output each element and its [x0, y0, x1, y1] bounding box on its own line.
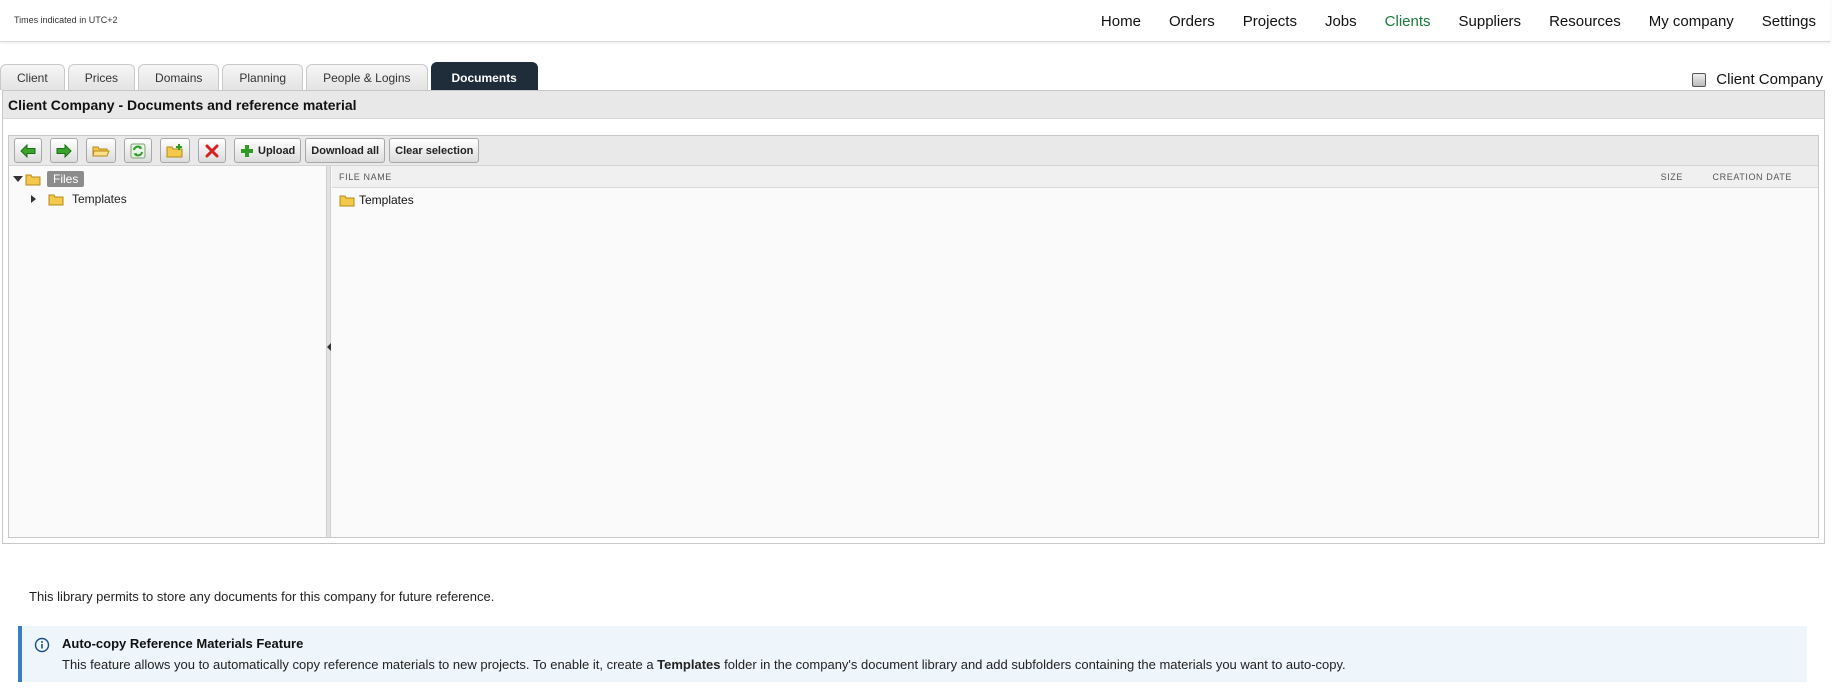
info-body-text-2: folder in the company's document library…	[720, 657, 1346, 672]
file-name[interactable]: Templates	[359, 193, 414, 207]
tab-prices[interactable]: Prices	[67, 64, 136, 90]
collapse-icon[interactable]	[13, 176, 23, 182]
folder-icon	[48, 194, 64, 205]
forward-button[interactable]	[50, 138, 78, 163]
tree-item-templates[interactable]: Templates	[31, 192, 127, 206]
top-header: Times indicated in UTC+2 Home Orders Pro…	[0, 0, 1830, 42]
file-row[interactable]: Templates	[339, 193, 414, 207]
library-description: This library permits to store any docume…	[29, 589, 495, 604]
new-folder-icon	[166, 143, 183, 157]
company-indicator: Client Company	[1692, 71, 1823, 88]
nav-home[interactable]: Home	[1101, 13, 1141, 30]
company-icon	[1692, 72, 1707, 87]
upload-button[interactable]: Upload	[234, 138, 302, 163]
nav-projects[interactable]: Projects	[1243, 13, 1297, 30]
nav-jobs[interactable]: Jobs	[1325, 13, 1357, 30]
nav-resources[interactable]: Resources	[1549, 13, 1621, 30]
folder-tree: Files Templates	[9, 166, 327, 537]
tab-domains[interactable]: Domains	[138, 64, 220, 90]
open-folder-icon	[92, 146, 110, 156]
back-button[interactable]	[14, 138, 42, 163]
pane-splitter[interactable]	[327, 166, 331, 537]
delete-button[interactable]	[198, 138, 226, 163]
download-all-button[interactable]: Download all	[305, 138, 386, 163]
file-manager: Upload Download all Clear selection File…	[8, 135, 1819, 538]
collapse-pane-icon[interactable]	[327, 343, 331, 351]
tab-client[interactable]: Client	[0, 64, 65, 90]
refresh-icon	[130, 143, 146, 158]
file-list: FILE NAME SIZE CREATION DATE Templates	[332, 166, 1818, 537]
info-title: Auto-copy Reference Materials Feature	[62, 636, 304, 651]
folder-icon	[339, 195, 355, 206]
info-icon	[34, 637, 50, 653]
info-body-text-1: This feature allows you to automatically…	[62, 657, 658, 672]
delete-icon	[205, 144, 219, 157]
nav-my-company[interactable]: My company	[1649, 13, 1734, 30]
main-nav: Home Orders Projects Jobs Clients Suppli…	[1073, 0, 1816, 42]
column-file-name[interactable]: FILE NAME	[339, 172, 392, 182]
tree-item-label[interactable]: Templates	[72, 192, 127, 206]
open-folder-button[interactable]	[86, 138, 116, 163]
tree-root[interactable]: Files	[13, 171, 85, 187]
tree-root-label[interactable]: Files	[47, 171, 85, 187]
clear-selection-button[interactable]: Clear selection	[389, 138, 480, 163]
file-list-header: FILE NAME SIZE CREATION DATE	[332, 166, 1818, 188]
forward-arrow-icon	[56, 143, 72, 158]
file-toolbar: Upload Download all Clear selection	[9, 136, 1818, 166]
nav-clients[interactable]: Clients	[1385, 13, 1431, 30]
documents-panel: Client Company - Documents and reference…	[2, 90, 1825, 544]
tab-people-logins[interactable]: People & Logins	[306, 64, 428, 90]
nav-suppliers[interactable]: Suppliers	[1459, 13, 1522, 30]
column-size[interactable]: SIZE	[1661, 172, 1683, 182]
upload-label: Upload	[258, 144, 296, 157]
refresh-button[interactable]	[124, 138, 152, 163]
expand-icon[interactable]	[31, 195, 36, 203]
back-arrow-icon	[20, 143, 36, 158]
info-body: This feature allows you to automatically…	[62, 657, 1346, 672]
client-tabs: Client Prices Domains Planning People & …	[0, 62, 541, 90]
company-name: Client Company	[1716, 71, 1823, 88]
info-box: Auto-copy Reference Materials Feature Th…	[18, 626, 1807, 682]
column-creation-date[interactable]: CREATION DATE	[1713, 172, 1792, 182]
tab-planning[interactable]: Planning	[222, 64, 304, 90]
nav-orders[interactable]: Orders	[1169, 13, 1215, 30]
nav-settings[interactable]: Settings	[1762, 13, 1816, 30]
plus-icon	[241, 144, 253, 157]
folder-icon	[25, 174, 41, 185]
info-body-bold: Templates	[657, 657, 721, 672]
panel-title: Client Company - Documents and reference…	[3, 91, 1824, 119]
tab-documents[interactable]: Documents	[430, 62, 538, 90]
new-folder-button[interactable]	[160, 138, 190, 163]
timezone-note: Times indicated in UTC+2	[14, 15, 118, 25]
